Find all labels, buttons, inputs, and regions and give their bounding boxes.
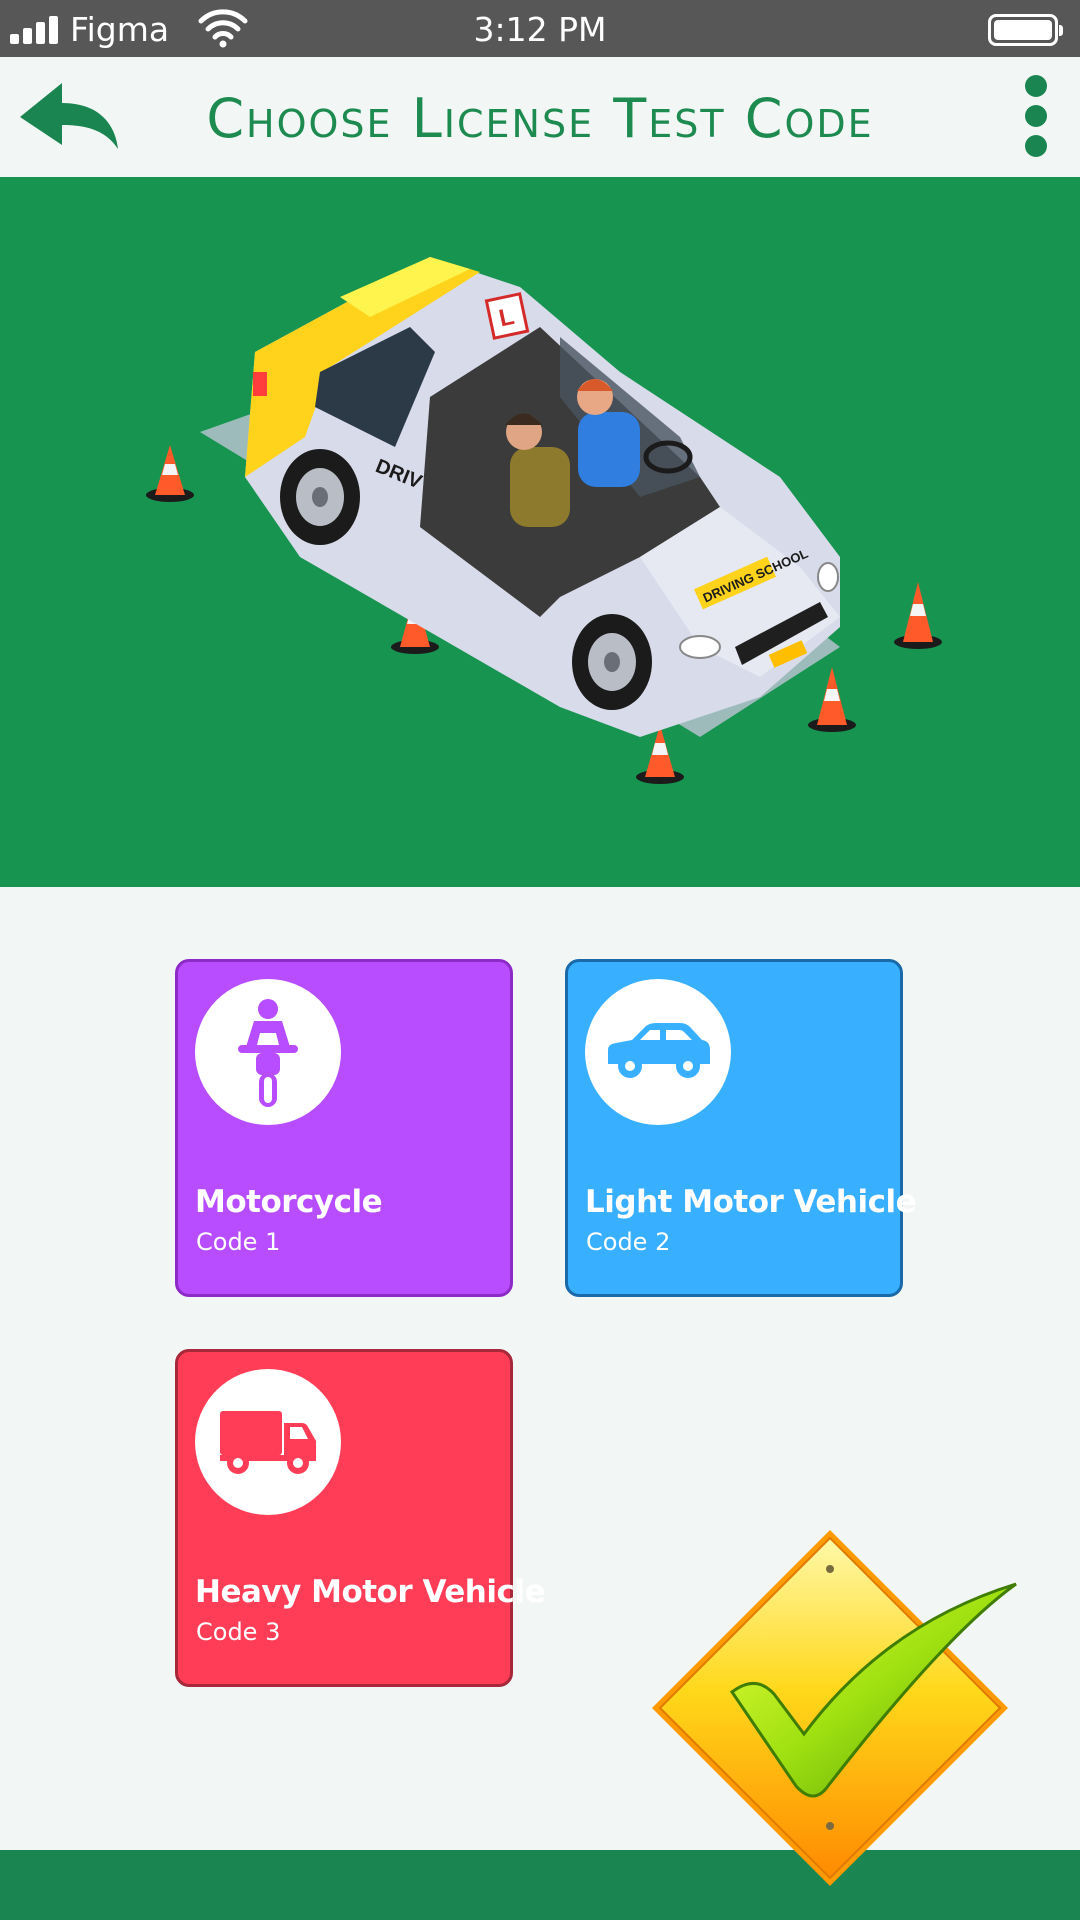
- tile-title: Light Motor Vehicle: [585, 1184, 917, 1220]
- menu-dot: [1025, 105, 1047, 127]
- tile-title: Motorcycle: [195, 1184, 383, 1220]
- motorcycle-icon: [238, 999, 298, 1107]
- app-header: Choose License Test Code: [0, 57, 1080, 177]
- wheel: [280, 449, 360, 545]
- traffic-cone: [894, 582, 942, 649]
- car-icon: [608, 1023, 710, 1078]
- checkmark-sign-icon: [652, 1530, 1017, 1886]
- tile-icon-circle: [195, 979, 341, 1125]
- tile-code: Code 3: [196, 1618, 281, 1646]
- license-code-1-card[interactable]: Motorcycle Code 1: [175, 959, 513, 1297]
- more-vertical-icon: [1025, 75, 1047, 97]
- license-code-3-card[interactable]: Heavy Motor Vehicle Code 3: [175, 1349, 545, 1687]
- traffic-cone: [808, 667, 856, 732]
- driving-school-car-illustration: DRIVING SCHOOL DRIV L: [146, 257, 942, 784]
- more-menu-button[interactable]: [1015, 75, 1057, 161]
- tile-code: Code 1: [196, 1228, 281, 1256]
- status-time: 3:12 PM: [473, 10, 607, 49]
- truck-icon: [220, 1411, 316, 1474]
- traffic-cone: [146, 445, 194, 502]
- menu-dot: [1025, 135, 1047, 157]
- license-code-2-card[interactable]: Light Motor Vehicle Code 2: [565, 959, 917, 1297]
- confirm-button[interactable]: [646, 1524, 1026, 1896]
- tile-title: Heavy Motor Vehicle: [195, 1574, 545, 1610]
- hero-banner: DRIVING SCHOOL DRIV L: [0, 177, 1080, 887]
- battery-icon: [988, 14, 1063, 46]
- wheel: [572, 614, 652, 710]
- tile-icon-circle: [195, 1369, 341, 1515]
- page-title: Choose License Test Code: [206, 87, 874, 150]
- tile-icon-circle: [585, 979, 731, 1125]
- tile-code: Code 2: [586, 1228, 671, 1256]
- status-bar: Figma 3:12 PM: [0, 0, 1080, 57]
